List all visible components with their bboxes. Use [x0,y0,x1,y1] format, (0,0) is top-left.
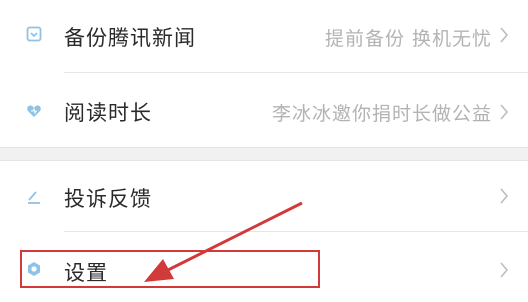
menu-item-label: 设置 [64,261,108,285]
chevron-right-icon [500,188,509,204]
menu-item-subtitle: 李冰冰邀你捐时长做公益 [271,103,492,125]
menu-item-label: 投诉反馈 [64,187,152,211]
menu-item-reading-time[interactable]: 阅读时长 李冰冰邀你捐时长做公益 [0,73,528,147]
menu-item-feedback[interactable]: 投诉反馈 [0,161,528,231]
chevron-right-icon [500,262,509,278]
heart-icon [27,105,41,117]
menu-item-settings[interactable]: 设置 [0,232,528,302]
menu-item-label: 备份腾讯新闻 [64,26,196,50]
backup-icon [26,26,42,42]
section-separator [0,147,528,161]
chevron-right-icon [500,104,509,120]
chevron-right-icon [500,27,509,43]
settings-gear-icon [28,262,40,276]
menu-item-backup[interactable]: 备份腾讯新闻 提前备份 换机无忧 [0,0,528,72]
menu-item-subtitle: 提前备份 换机无忧 [324,28,492,50]
pencil-icon [28,191,40,204]
menu-item-label: 阅读时长 [64,101,152,125]
